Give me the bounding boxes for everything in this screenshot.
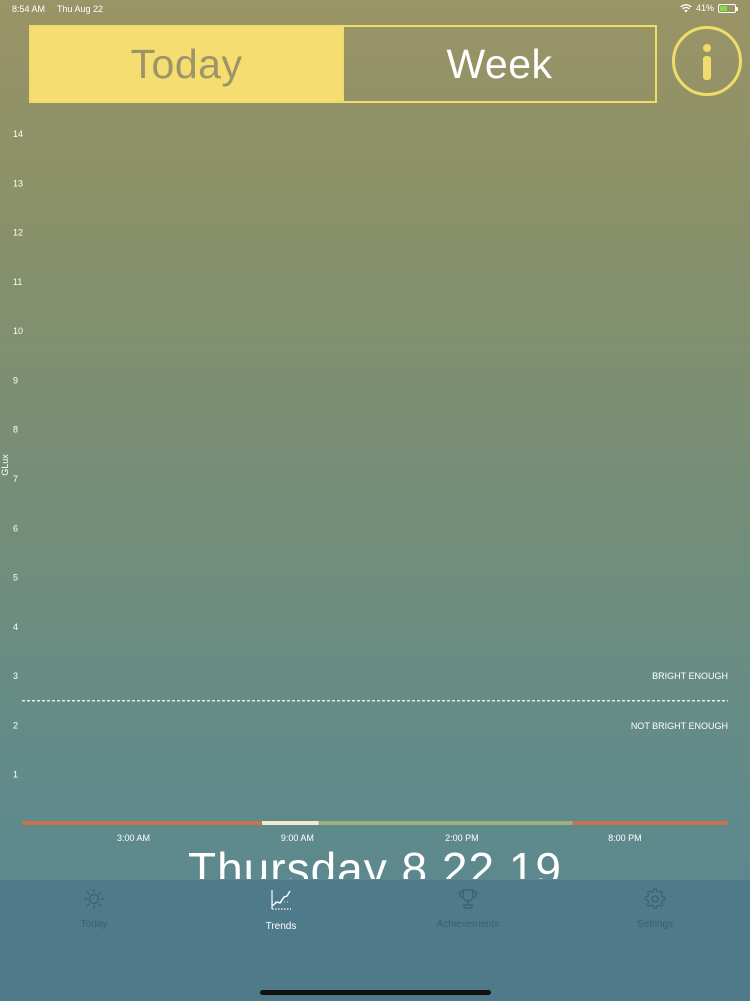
y-tick-label: 7: [13, 474, 18, 484]
y-axis-label: GLux: [0, 454, 10, 476]
timeline-segment: [572, 821, 728, 825]
tabbar-label-achievements: Achievements: [436, 919, 500, 930]
timeline-segment: [22, 821, 263, 825]
tabbar-item-trends[interactable]: Trends: [221, 888, 341, 934]
glux-chart: 1234567891011121314BRIGHT ENOUGHNOT BRIG…: [13, 129, 728, 843]
timeline-segment: [262, 821, 319, 825]
y-tick-label: 1: [13, 770, 18, 780]
y-tick-label: 6: [13, 523, 18, 533]
y-tick-label: 12: [13, 228, 23, 238]
tabbar-item-settings[interactable]: Settings: [595, 888, 715, 932]
home-indicator: [260, 990, 491, 995]
y-tick-label: 9: [13, 375, 18, 385]
y-tick-label: 14: [13, 129, 23, 139]
trend-chart-icon: [271, 890, 291, 910]
tabbar-item-achievements[interactable]: Achievements: [408, 888, 528, 932]
threshold-above-label: BRIGHT ENOUGH: [652, 671, 728, 681]
tabbar-label-today: Today: [80, 919, 108, 930]
threshold-below-label: NOT BRIGHT ENOUGH: [631, 721, 728, 731]
y-tick-label: 4: [13, 622, 18, 632]
y-tick-label: 3: [13, 671, 18, 681]
y-tick-label: 13: [13, 178, 23, 188]
y-tick-label: 10: [13, 326, 23, 336]
tabbar-label-trends: Trends: [265, 921, 297, 932]
tab-bar: Today Trends Achievements Settings: [0, 879, 750, 1001]
y-tick-label: 5: [13, 573, 18, 583]
tabbar-item-today[interactable]: Today: [34, 888, 154, 932]
tabbar-label-settings: Settings: [636, 919, 674, 930]
y-tick-label: 2: [13, 720, 18, 730]
trophy-icon: [458, 889, 478, 909]
timeline-segment: [318, 821, 573, 825]
y-tick-label: 8: [13, 425, 18, 435]
sun-icon: [83, 888, 105, 910]
gear-icon: [644, 888, 666, 909]
y-tick-label: 11: [13, 277, 22, 287]
